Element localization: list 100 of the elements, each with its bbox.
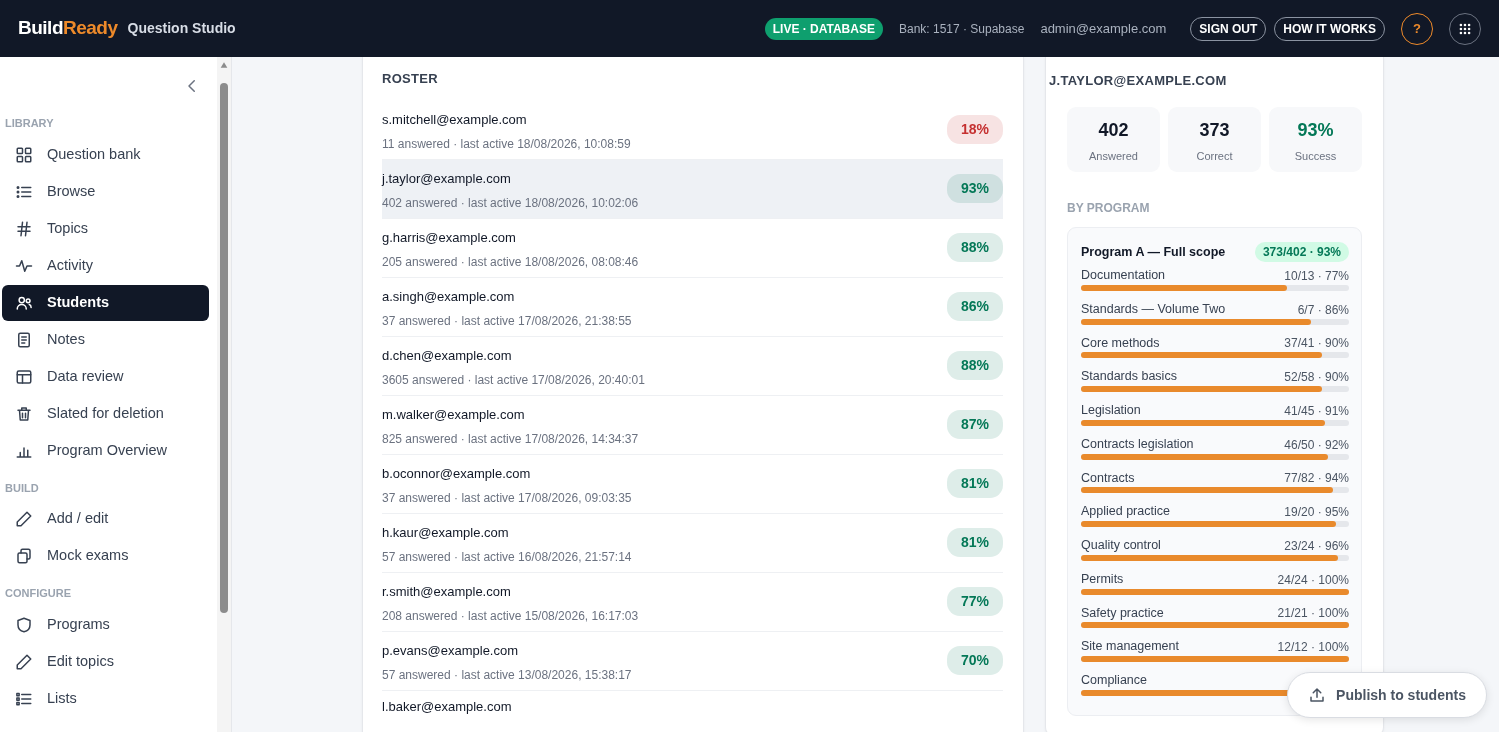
student-email: d.chen@example.com bbox=[382, 346, 513, 365]
sidebar-item[interactable]: Question bank bbox=[2, 136, 209, 173]
score-badge: 86% bbox=[946, 292, 1003, 321]
document-icon bbox=[15, 330, 33, 349]
student-activity: 37 answered · last active 17/08/2026, 09:03:35 bbox=[382, 490, 632, 507]
section-heading: LIBRARY bbox=[4, 116, 55, 131]
student-email: h.kaur@example.com bbox=[382, 523, 510, 542]
topic-score: 21/21 · 100% bbox=[1277, 605, 1349, 623]
topic-name: Permits bbox=[1081, 570, 1124, 588]
sidebar-item[interactable]: Mock exams bbox=[2, 538, 209, 574]
sidebar-item[interactable]: Add / edit bbox=[2, 501, 209, 537]
score-badge: 81% bbox=[946, 528, 1003, 557]
score-badge: 18% bbox=[946, 115, 1003, 144]
student-email: r.smith@example.com bbox=[382, 582, 512, 601]
topic-score: 77/82 · 94% bbox=[1284, 470, 1349, 488]
student-row[interactable]: b.oconnor@example.com 37 answered · last active 17/08/2026, 09:03:35 81% bbox=[382, 454, 1003, 514]
trash-icon bbox=[15, 404, 33, 423]
score-badge: 81% bbox=[946, 469, 1003, 498]
student-email: m.walker@example.com bbox=[382, 405, 526, 424]
stat-label: Answered bbox=[1088, 148, 1139, 164]
topic-score: 37/41 · 90% bbox=[1284, 335, 1349, 353]
sidebar-item[interactable]: Topics bbox=[2, 210, 209, 247]
score-badge: 93% bbox=[946, 174, 1003, 203]
topic-name: Legislation bbox=[1081, 402, 1141, 419]
student-row[interactable]: j.taylor@example.com 402 answered · last active 18/08/2026, 10:02:06 93% bbox=[382, 159, 1003, 219]
hash-icon bbox=[15, 219, 33, 238]
student-row[interactable]: s.mitchell@example.com 11 answered · last active 18/08/2026, 10:08:59 18% bbox=[382, 100, 1003, 160]
score-badge: 87% bbox=[946, 410, 1003, 439]
topic-score: 19/20 · 95% bbox=[1284, 504, 1349, 521]
topic-score: 46/50 · 92% bbox=[1284, 436, 1349, 454]
score-badge: 77% bbox=[946, 587, 1003, 616]
pencil-icon bbox=[15, 652, 33, 671]
sidebar-item[interactable]: Notes bbox=[2, 321, 209, 358]
student-activity: 825 answered · last active 17/08/2026, 14:34:37 bbox=[382, 431, 639, 448]
topic-score: 6/7 · 86% bbox=[1297, 301, 1349, 319]
student-activity: 205 answered · last active 18/08/2026, 08:08:46 bbox=[382, 254, 639, 271]
shield-icon bbox=[15, 615, 33, 634]
section-heading: BY PROGRAM bbox=[1067, 200, 1151, 217]
product-name: Question Studio bbox=[127, 19, 236, 38]
score-badge: 88% bbox=[946, 233, 1003, 262]
grid-dots-icon bbox=[1458, 21, 1472, 36]
sidebar-item[interactable]: Edit topics bbox=[2, 643, 209, 680]
score-badge: 70% bbox=[946, 646, 1003, 675]
student-activity: 37 answered · last active 17/08/2026, 21:38:55 bbox=[382, 313, 632, 330]
student-row[interactable]: a.singh@example.com 37 answered · last active 17/08/2026, 21:38:55 86% bbox=[382, 277, 1003, 337]
grid-icon bbox=[15, 145, 33, 164]
topic-score: 52/58 · 90% bbox=[1284, 369, 1349, 386]
scroll-up-arrow-icon bbox=[220, 61, 228, 69]
student-row[interactable]: h.kaur@example.com 57 answered · last active 16/08/2026, 21:57:14 81% bbox=[382, 513, 1003, 573]
sidebar-item[interactable]: Browse bbox=[2, 173, 209, 210]
upload-icon bbox=[1308, 686, 1327, 704]
student-row[interactable]: r.smith@example.com 208 answered · last active 15/08/2026, 16:17:03 77% bbox=[382, 572, 1003, 632]
student-email: j.taylor@example.com bbox=[382, 169, 512, 188]
student-row[interactable]: m.walker@example.com 825 answered · last active 17/08/2026, 14:34:37 87% bbox=[382, 395, 1003, 455]
topic-name: Safety practice bbox=[1081, 604, 1164, 622]
topic-score: 12/12 · 100% bbox=[1277, 639, 1349, 656]
student-activity: 57 answered · last active 16/08/2026, 21:57:14 bbox=[382, 549, 632, 566]
sidebar-item[interactable]: Program Overview bbox=[2, 432, 209, 469]
topic-name: Site management bbox=[1081, 638, 1179, 656]
sidebar-item[interactable]: Data review bbox=[2, 358, 209, 395]
sidebar-item[interactable]: Slated for deletion bbox=[2, 395, 209, 432]
publish-button[interactable]: Publish to students bbox=[1287, 672, 1487, 718]
student-email: b.oconnor@example.com bbox=[382, 464, 532, 483]
stat-value: 373 bbox=[1198, 118, 1231, 142]
topic-name: Documentation bbox=[1081, 267, 1166, 284]
brand-logo: BuildReady bbox=[18, 16, 118, 41]
student-heading: J.TAYLOR@EXAMPLE.COM bbox=[1049, 72, 1228, 90]
student-email: g.harris@example.com bbox=[382, 228, 517, 247]
user-email: admin@example.com bbox=[1040, 19, 1167, 38]
roster-title: ROSTER bbox=[382, 70, 439, 88]
topic-score: 24/24 · 100% bbox=[1277, 571, 1349, 589]
live-database-badge: LIVE · DATABASE bbox=[764, 17, 883, 40]
student-row[interactable]: d.chen@example.com 3605 answered · last active 17/08/2026, 20:40:01 88% bbox=[382, 336, 1003, 396]
sidebar-item[interactable]: Lists bbox=[2, 680, 209, 717]
student-email: s.mitchell@example.com bbox=[382, 110, 528, 129]
sidebar-item[interactable]: Students bbox=[2, 284, 209, 321]
student-activity: 57 answered · last active 13/08/2026, 15:38:17 bbox=[382, 667, 632, 684]
stat-label: Correct bbox=[1195, 148, 1234, 164]
stat-label: Success bbox=[1293, 148, 1338, 164]
student-row[interactable]: g.harris@example.com 205 answered · last active 18/08/2026, 08:08:46 88% bbox=[382, 218, 1003, 278]
topic-name: Quality control bbox=[1081, 537, 1161, 554]
bank-info: Bank: 1517 · Supabase bbox=[898, 20, 1025, 38]
topic-name: Compliance bbox=[1081, 672, 1147, 689]
section-heading: CONFIGURE bbox=[4, 586, 72, 601]
stat-value: 402 bbox=[1097, 118, 1130, 142]
topic-name: Applied practice bbox=[1081, 503, 1170, 521]
pencil-icon bbox=[15, 510, 33, 528]
sidebar-item[interactable]: Activity bbox=[2, 247, 209, 284]
student-row[interactable]: l.baker@example.com bbox=[382, 690, 1003, 732]
scrollbar-thumb[interactable] bbox=[220, 83, 228, 613]
topic-score: 23/24 · 96% bbox=[1284, 537, 1349, 555]
layout-icon bbox=[15, 367, 33, 386]
student-activity: 11 answered · last active 18/08/2026, 10:08:59 bbox=[382, 136, 631, 153]
student-row[interactable]: p.evans@example.com 57 answered · last active 13/08/2026, 15:38:17 70% bbox=[382, 631, 1003, 691]
program-summary-badge: 373/402 · 93% bbox=[1254, 242, 1349, 262]
sidebar-item[interactable]: Programs bbox=[2, 606, 209, 643]
topic-name: Standards basics bbox=[1081, 368, 1177, 386]
student-email: a.singh@example.com bbox=[382, 287, 516, 306]
topic-score: 41/45 · 91% bbox=[1284, 402, 1349, 420]
section-heading: BUILD bbox=[4, 480, 40, 496]
